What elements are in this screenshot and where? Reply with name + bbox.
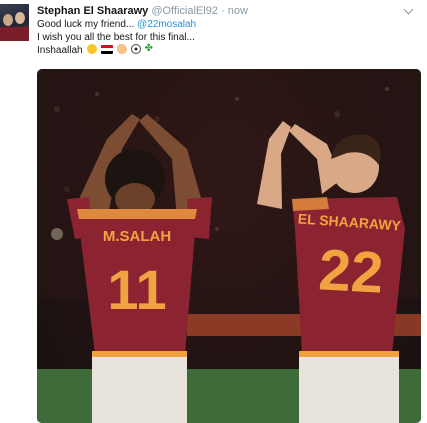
author-avatar[interactable]: [0, 4, 29, 41]
egypt-flag-icon: [101, 44, 114, 54]
tweet-line-1: Good luck my friend... @22mosalah: [37, 19, 277, 32]
left-jersey-name: M.SALAH: [103, 228, 171, 245]
right-jersey-number: 22: [317, 237, 385, 305]
author-name[interactable]: Stephan El Shaarawy: [37, 5, 148, 17]
tweet-line-3-text: Inshaallah: [37, 44, 83, 56]
mention-link[interactable]: @22mosalah: [137, 19, 196, 30]
tweet-line-2: I wish you all the best for this final..…: [37, 31, 195, 43]
emoji-group: ✤: [87, 44, 154, 57]
four-leaf-clover-icon: ✤: [144, 43, 153, 55]
avatar-shirt: [0, 27, 29, 41]
soccer-ball-icon: [130, 44, 141, 55]
avatar-face-right: [15, 12, 25, 24]
tweet-timestamp[interactable]: now: [228, 5, 248, 17]
tweet-line-3: Inshaallah ✤: [37, 44, 277, 57]
tweet-line-1-text: Good luck my friend...: [37, 19, 138, 30]
tweet-card: Stephan El Shaarawy @OfficialEl92 · now …: [0, 0, 427, 423]
author-handle[interactable]: @OfficialEl92: [151, 5, 218, 17]
left-jersey-number: 11: [107, 258, 166, 321]
chevron-down-icon[interactable]: [403, 4, 414, 15]
avatar-face-left: [3, 14, 13, 26]
flexed-biceps-icon: [116, 44, 127, 55]
photo-illustration: M.SALAH 11 EL SHAARAWY 22: [37, 69, 421, 423]
meta-separator: ·: [221, 5, 225, 17]
tweet-header: Stephan El Shaarawy @OfficialEl92 · now: [37, 4, 427, 18]
tweet-photo[interactable]: M.SALAH 11 EL SHAARAWY 22: [37, 69, 421, 423]
smiling-face-icon: [87, 44, 98, 55]
tweet-text: Good luck my friend... @22mosalah I wish…: [37, 19, 277, 57]
